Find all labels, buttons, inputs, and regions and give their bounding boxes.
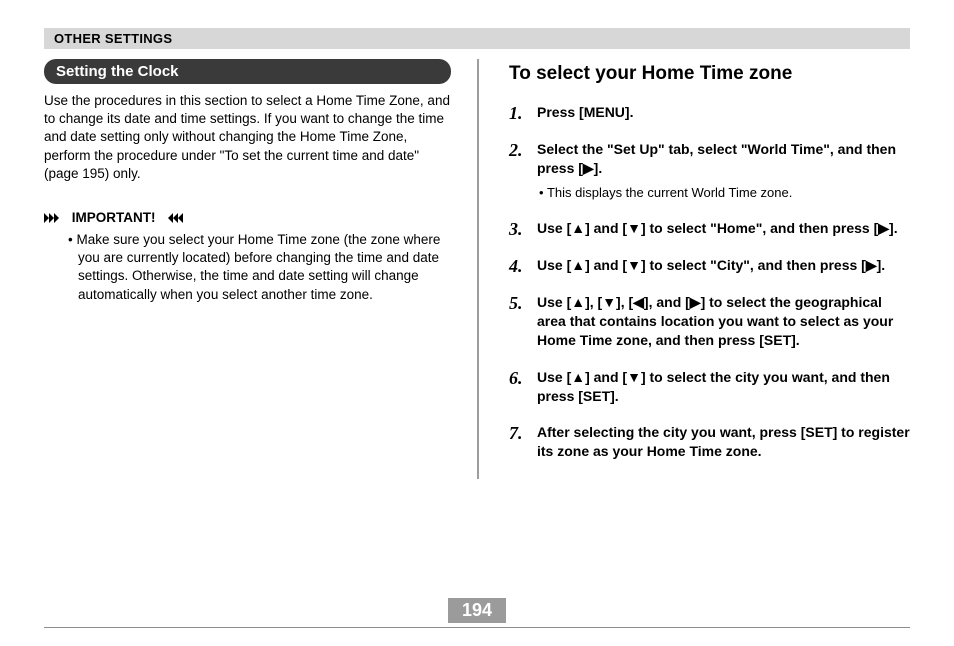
left-column: Setting the Clock Use the procedures in …	[44, 59, 477, 479]
procedure-heading: To select your Home Time zone	[509, 63, 910, 85]
step-3: Use [▲] and [▼] to select "Home", and th…	[509, 219, 910, 238]
step-text: Use [▲] and [▼] to select "Home", and th…	[537, 220, 898, 236]
step-text: Select the "Set Up" tab, select "World T…	[537, 141, 896, 176]
topic-pill: Setting the Clock	[44, 59, 451, 84]
page-footer: 194	[44, 598, 910, 628]
step-2: Select the "Set Up" tab, select "World T…	[509, 140, 910, 201]
content-columns: Setting the Clock Use the procedures in …	[44, 59, 910, 479]
page-number: 194	[448, 598, 506, 623]
step-6: Use [▲] and [▼] to select the city you w…	[509, 368, 910, 406]
intro-paragraph: Use the procedures in this section to se…	[44, 92, 451, 183]
important-heading: IMPORTANT!	[44, 209, 451, 225]
step-text: After selecting the city you want, press…	[537, 424, 910, 459]
step-7: After selecting the city you want, press…	[509, 423, 910, 461]
step-list: Press [MENU]. Select the "Set Up" tab, s…	[509, 103, 910, 461]
step-text: Use [▲] and [▼] to select "City", and th…	[537, 257, 885, 273]
important-label: IMPORTANT!	[68, 210, 160, 225]
section-header: OTHER SETTINGS	[44, 28, 910, 49]
footer-rule	[44, 627, 910, 628]
step-4: Use [▲] and [▼] to select "City", and th…	[509, 256, 910, 275]
important-arrow-right-icon	[44, 213, 64, 223]
right-column: To select your Home Time zone Press [MEN…	[477, 59, 910, 479]
important-arrow-left-icon	[163, 213, 183, 223]
step-text: Use [▲] and [▼] to select the city you w…	[537, 369, 890, 404]
important-body: Make sure you select your Home Time zone…	[44, 231, 451, 304]
step-sub: This displays the current World Time zon…	[537, 184, 910, 202]
step-1: Press [MENU].	[509, 103, 910, 122]
step-text: Press [MENU].	[537, 104, 633, 120]
step-5: Use [▲], [▼], [◀], and [▶] to select the…	[509, 293, 910, 350]
step-text: Use [▲], [▼], [◀], and [▶] to select the…	[537, 294, 893, 348]
